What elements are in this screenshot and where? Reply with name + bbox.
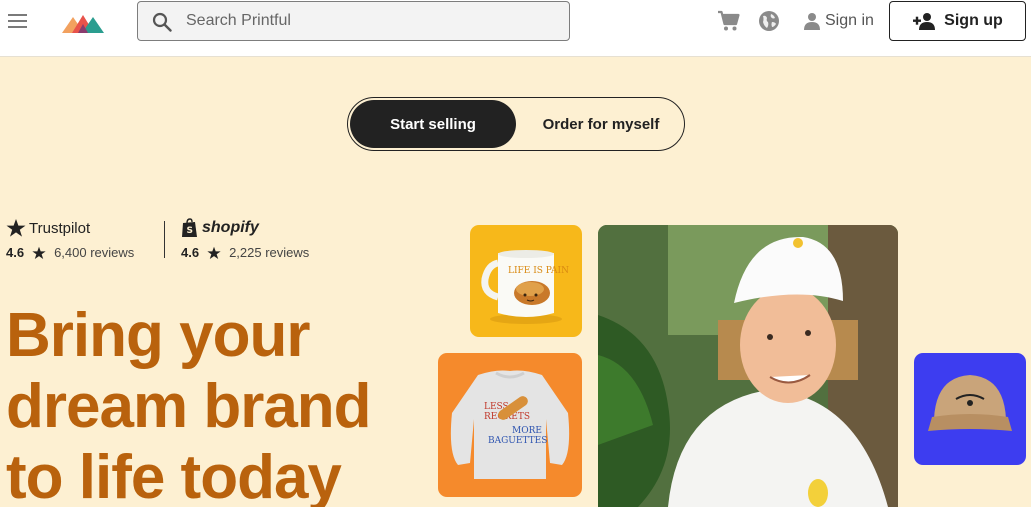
search-input[interactable] (186, 2, 556, 40)
shopify-rating[interactable]: S shopify 4.6 2,225 reviews (181, 216, 309, 260)
start-selling-tab[interactable]: Start selling (350, 100, 516, 148)
star-icon (32, 246, 46, 259)
audience-toggle: Start selling Order for myself (347, 97, 685, 151)
rating-divider (164, 221, 165, 258)
trustpilot-score: 4.6 (6, 245, 25, 260)
shopify-bag-icon: S (182, 218, 197, 237)
cap-product-tile[interactable] (914, 353, 1026, 465)
headline-line-2: dream brand (6, 372, 372, 441)
svg-text:S: S (187, 226, 193, 236)
sign-up-label: Sign up (944, 12, 1003, 29)
hero-headline: Bring your dream brand to life today (6, 300, 436, 507)
printful-logo[interactable] (62, 11, 106, 33)
globe-icon[interactable] (758, 10, 780, 32)
user-icon (804, 13, 820, 30)
mug-image: LIFE IS PAIN (481, 250, 569, 324)
model-photo (598, 225, 898, 507)
shopify-reviews: 2,225 reviews (229, 245, 310, 260)
star-icon (207, 246, 221, 259)
add-user-icon (913, 13, 936, 30)
sign-in-label: Sign in (825, 12, 874, 29)
model-photo-tile[interactable] (598, 225, 898, 507)
shopify-brand: shopify (202, 219, 259, 236)
sweatshirt-product-tile[interactable]: LESS REGRETS MORE BAGUETTES (438, 353, 582, 497)
top-nav: Sign in Sign up (0, 0, 1031, 57)
sweat-line-3: MORE (512, 426, 542, 436)
headline-line-3: to life today (6, 443, 342, 507)
mug-slogan: LIFE IS PAIN (508, 266, 569, 276)
sweatshirt-image: LESS REGRETS MORE BAGUETTES (450, 370, 570, 479)
search-box[interactable] (137, 1, 570, 41)
sweat-line-4: BAGUETTES (488, 436, 547, 446)
trustpilot-star-icon (6, 219, 26, 237)
sign-in-link[interactable]: Sign in (803, 8, 874, 34)
trustpilot-brand: Trustpilot (29, 219, 91, 237)
trustpilot-reviews: 6,400 reviews (54, 245, 135, 260)
search-icon (152, 12, 172, 32)
trustpilot-rating[interactable]: Trustpilot 4.6 6,400 reviews (6, 216, 134, 260)
order-for-myself-tab[interactable]: Order for myself (520, 100, 682, 148)
headline-line-1: Bring your (6, 301, 310, 370)
menu-icon[interactable] (8, 12, 30, 30)
cart-icon[interactable] (717, 10, 741, 32)
mug-product-tile[interactable]: LIFE IS PAIN (470, 225, 582, 337)
shopify-score: 4.6 (181, 245, 200, 260)
cap-image (928, 375, 1012, 431)
sign-up-button[interactable]: Sign up (889, 1, 1026, 41)
